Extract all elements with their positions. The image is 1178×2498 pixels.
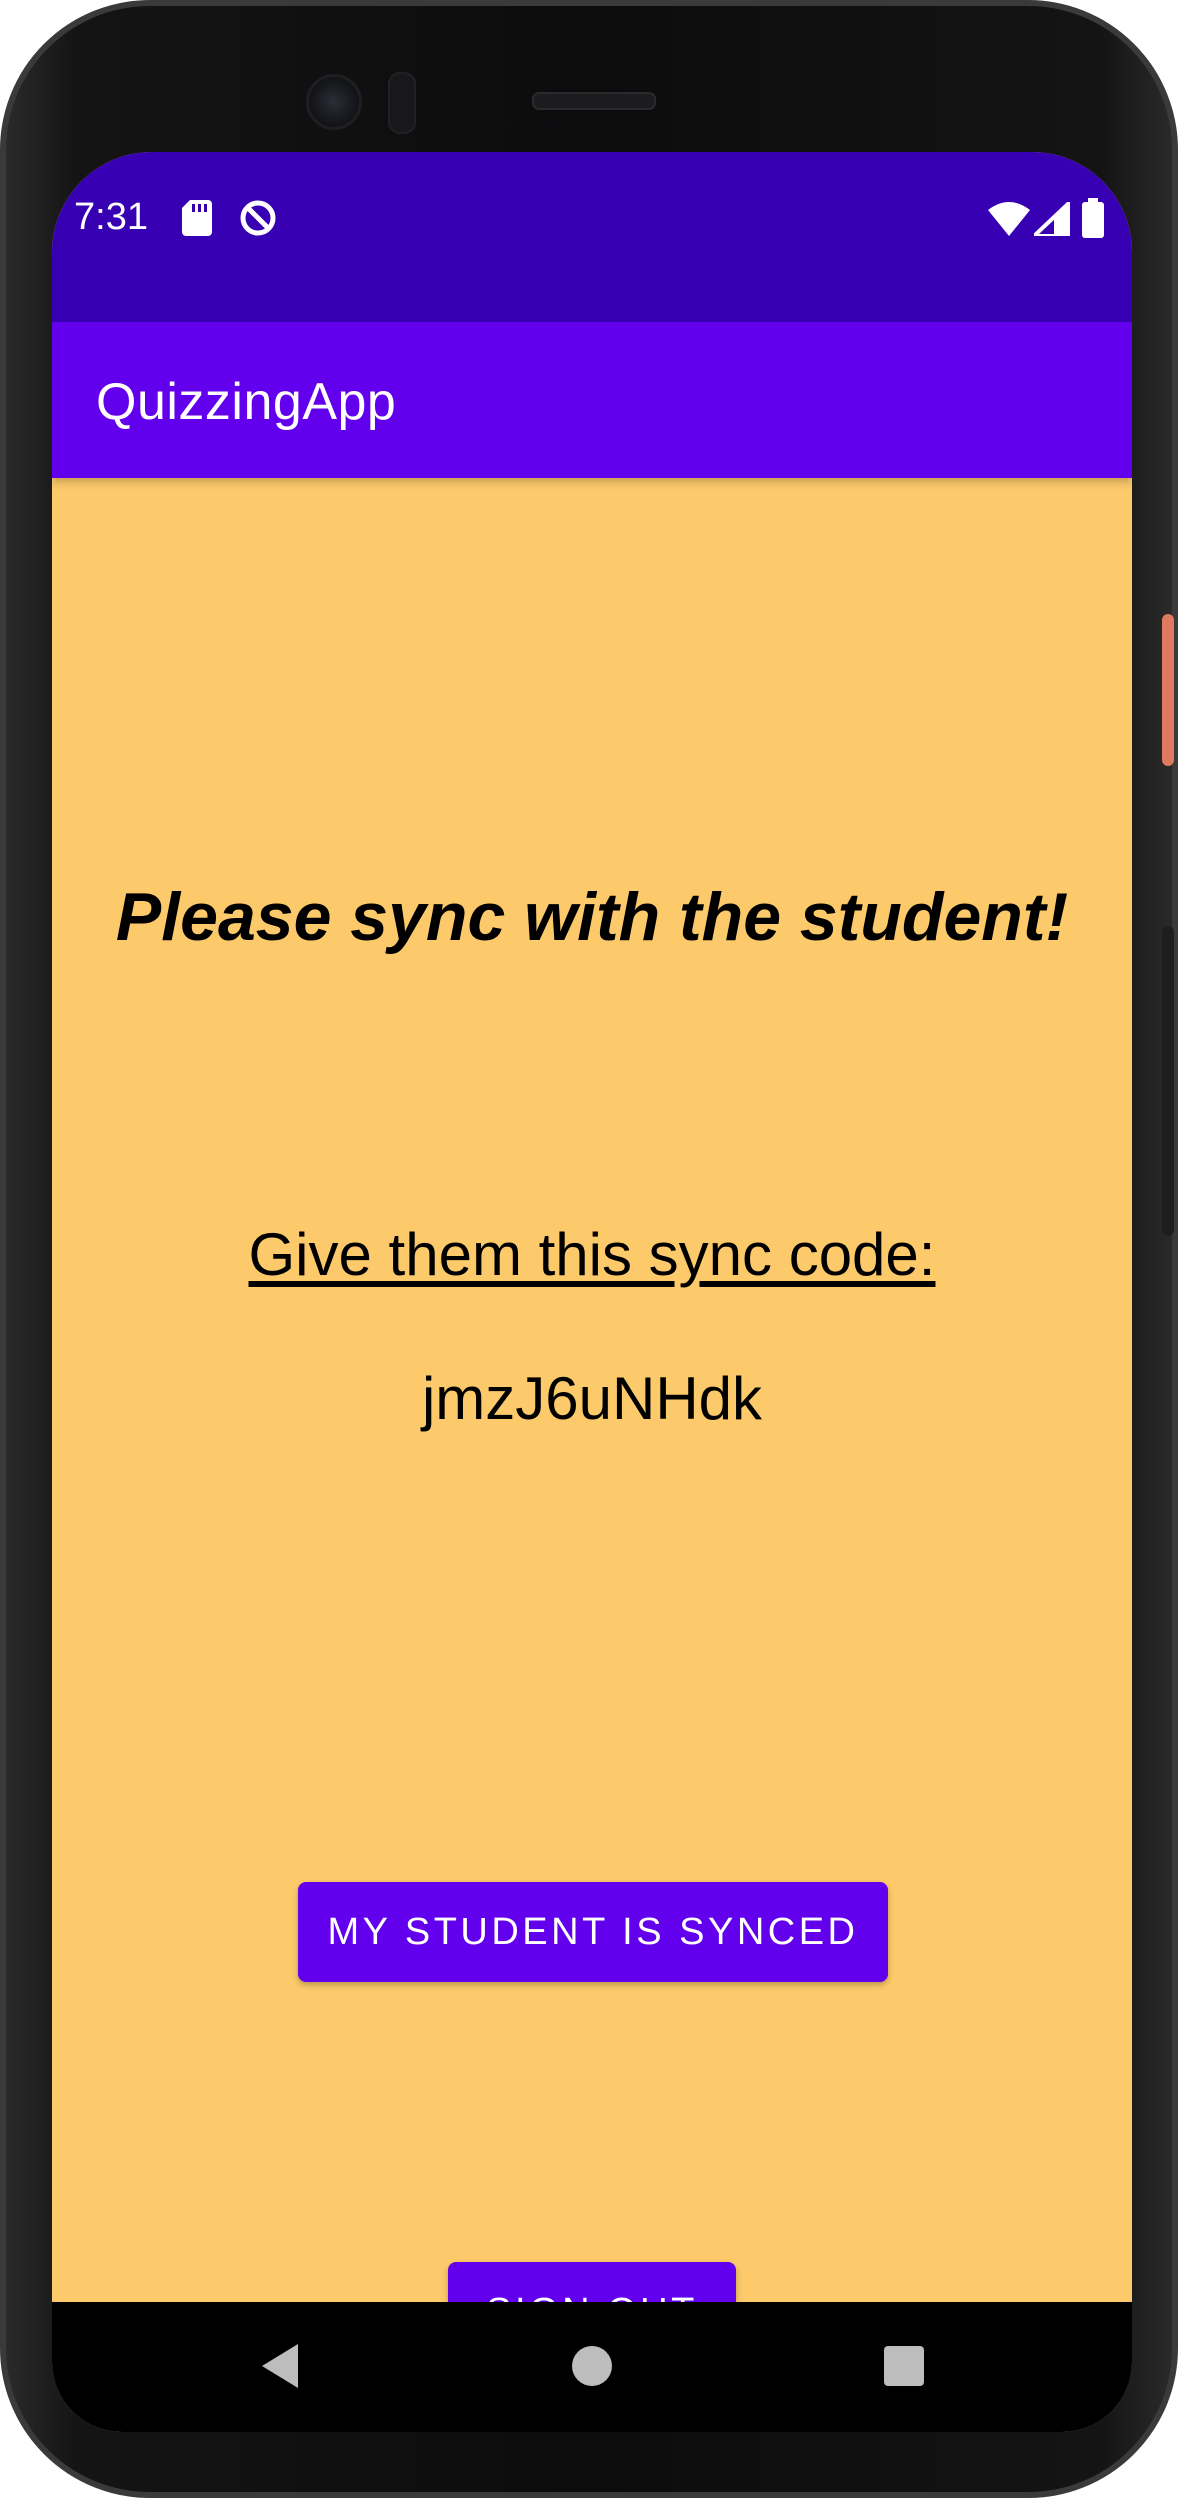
sync-heading: Please sync with the student! — [115, 879, 1069, 955]
navigation-bar — [52, 2302, 1132, 2432]
proximity-sensor — [388, 72, 416, 134]
front-camera — [306, 74, 362, 130]
sync-code-label: Give them this sync code: — [248, 1221, 936, 1288]
sync-code-value: jmzJ6uNHdk — [421, 1365, 763, 1432]
wifi-icon — [988, 202, 1030, 236]
screen: 7:31 QuizzingApp Please sync with the st… — [52, 152, 1132, 2432]
page: 7:31 QuizzingApp Please sync with the st… — [0, 0, 1178, 2498]
battery-icon — [1082, 198, 1104, 238]
signal-icon — [1034, 202, 1070, 236]
earpiece-speaker — [532, 92, 656, 110]
status-bar: 7:31 — [52, 152, 1132, 322]
volume-button — [1162, 926, 1174, 1236]
recents-icon[interactable] — [884, 2346, 924, 2386]
back-icon[interactable] — [258, 2342, 302, 2390]
power-button — [1162, 614, 1174, 766]
status-time: 7:31 — [74, 196, 148, 238]
sd-card-icon — [182, 200, 212, 236]
home-icon[interactable] — [572, 2346, 612, 2386]
phone-frame: 7:31 QuizzingApp Please sync with the st… — [0, 0, 1178, 2498]
app-title: QuizzingApp — [96, 373, 397, 431]
app-bar: QuizzingApp — [52, 322, 1132, 478]
student-synced-button[interactable]: MY STUDENT IS SYNCED — [298, 1882, 888, 1982]
main-content: Please sync with the student! Give them … — [52, 478, 1132, 2432]
data-saver-icon — [240, 200, 276, 236]
